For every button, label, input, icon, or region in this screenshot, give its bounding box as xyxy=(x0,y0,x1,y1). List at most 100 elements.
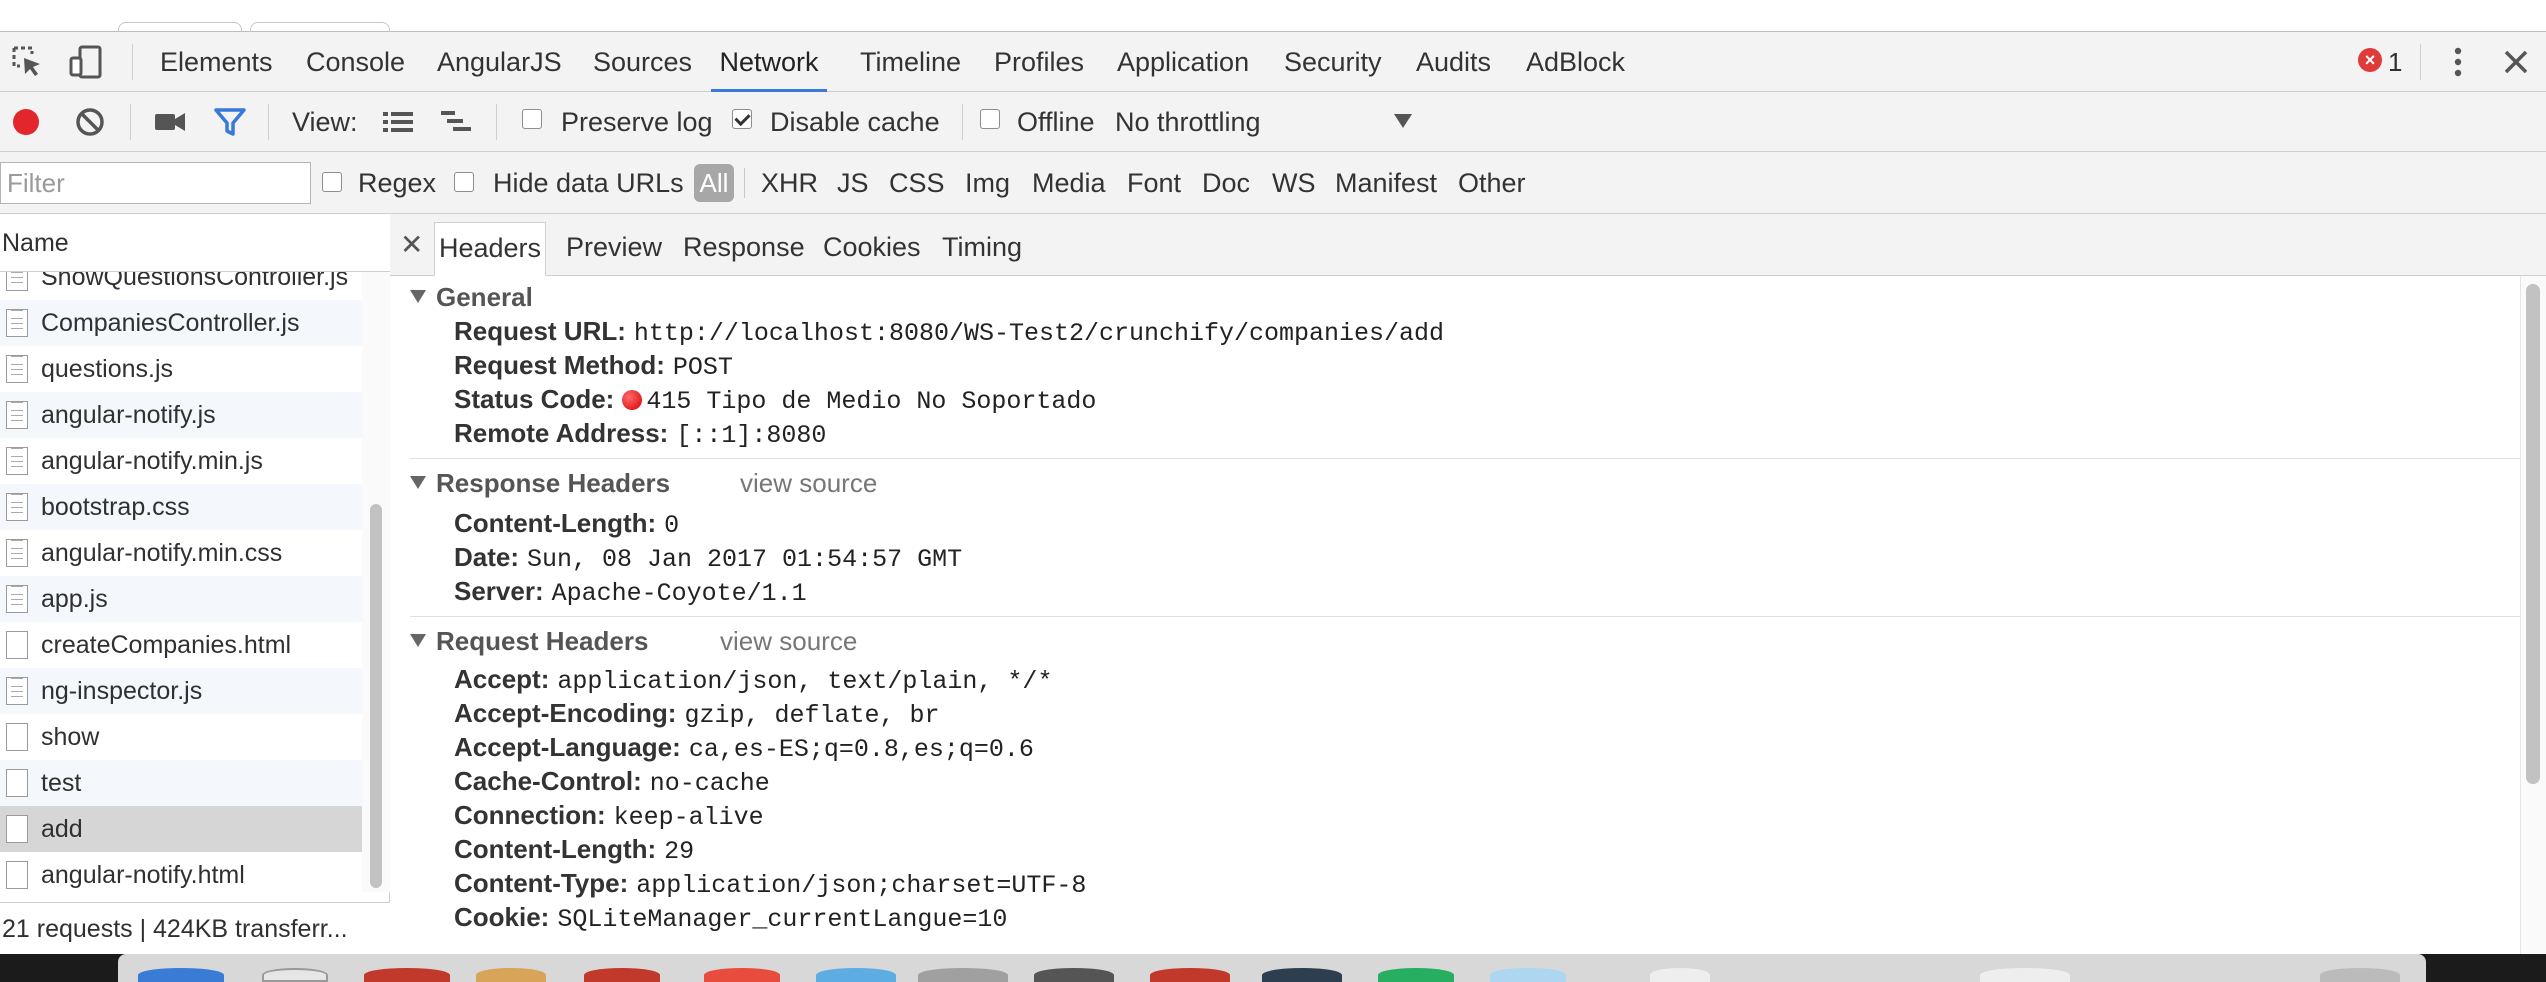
tab-response[interactable]: Response xyxy=(683,222,805,276)
filter-ws[interactable]: WS xyxy=(1272,152,1316,214)
filter-doc[interactable]: Doc xyxy=(1202,152,1250,214)
list-item[interactable]: questions.js xyxy=(0,346,362,392)
waterfall-view-icon[interactable] xyxy=(438,104,474,140)
divider xyxy=(410,458,2520,459)
disable-cache-checkbox[interactable] xyxy=(732,109,752,129)
file-icon xyxy=(6,677,28,705)
dock-app-icon[interactable] xyxy=(816,968,896,982)
list-item[interactable]: angular-notify.html xyxy=(0,852,362,892)
list-item[interactable]: CompaniesController.js xyxy=(0,300,362,346)
tab-preview[interactable]: Preview xyxy=(566,222,662,276)
device-icon[interactable] xyxy=(68,44,104,80)
list-item[interactable]: bootstrap.css xyxy=(0,484,362,530)
filter-all-button[interactable]: All xyxy=(694,164,734,202)
tab-cookies[interactable]: Cookies xyxy=(823,222,921,276)
list-item[interactable]: createCompanies.html xyxy=(0,622,362,668)
file-icon xyxy=(6,585,28,613)
hide-data-urls-label[interactable]: Hide data URLs xyxy=(493,152,684,214)
record-icon[interactable] xyxy=(8,104,44,140)
tab-sources[interactable]: Sources xyxy=(593,32,692,92)
header-row: Cache-Control: no-cache xyxy=(454,766,770,798)
dock-app-icon[interactable] xyxy=(364,968,450,982)
list-view-icon[interactable] xyxy=(380,104,416,140)
more-icon[interactable] xyxy=(2440,44,2476,80)
preserve-log-checkbox[interactable] xyxy=(522,109,542,129)
tab-angularjs[interactable]: AngularJS xyxy=(437,32,562,92)
dock-app-icon[interactable] xyxy=(1980,968,2070,982)
filter-other[interactable]: Other xyxy=(1458,152,1526,214)
dock-app-icon[interactable] xyxy=(476,968,546,982)
regex-label[interactable]: Regex xyxy=(358,152,436,214)
error-icon[interactable]: × xyxy=(2358,48,2382,72)
close-icon[interactable]: ✕ xyxy=(400,214,423,276)
list-item-selected[interactable]: add xyxy=(0,806,362,852)
offline-checkbox[interactable] xyxy=(980,109,1000,129)
dock-app-icon[interactable] xyxy=(584,968,660,982)
filter-input[interactable] xyxy=(0,162,311,204)
filter-js[interactable]: JS xyxy=(837,152,869,214)
camera-icon[interactable] xyxy=(152,104,188,140)
list-item[interactable]: show xyxy=(0,714,362,760)
name-column-header[interactable]: Name xyxy=(0,214,390,272)
list-item[interactable]: app.js xyxy=(0,576,362,622)
response-headers-section-toggle[interactable]: Response Headers xyxy=(410,468,670,499)
list-item[interactable]: angular-notify.min.css xyxy=(0,530,362,576)
offline-label[interactable]: Offline xyxy=(1017,92,1095,152)
request-list: ShowQuestionsController.js CompaniesCont… xyxy=(0,272,362,892)
tab-console[interactable]: Console xyxy=(306,32,405,92)
filter-xhr[interactable]: XHR xyxy=(761,152,818,214)
tab-timeline[interactable]: Timeline xyxy=(860,32,961,92)
error-count[interactable]: 1 xyxy=(2388,32,2402,92)
list-item[interactable]: angular-notify.min.js xyxy=(0,438,362,484)
tab-application[interactable]: Application xyxy=(1117,32,1249,92)
hide-data-urls-checkbox[interactable] xyxy=(454,172,474,192)
filter-css[interactable]: CSS xyxy=(889,152,945,214)
disable-cache-label[interactable]: Disable cache xyxy=(770,92,940,152)
dock-app-icon[interactable] xyxy=(1150,968,1230,982)
regex-checkbox[interactable] xyxy=(322,172,342,192)
filter-media[interactable]: Media xyxy=(1032,152,1106,214)
filter-bar: Regex Hide data URLs All XHR JS CSS Img … xyxy=(0,152,2546,214)
list-item[interactable]: ShowQuestionsController.js xyxy=(0,272,362,300)
dock-trash-icon[interactable] xyxy=(2320,968,2400,982)
view-source-link[interactable]: view source xyxy=(740,468,877,499)
list-item[interactable]: test xyxy=(0,760,362,806)
dock-app-icon[interactable] xyxy=(262,968,328,982)
view-source-link[interactable]: view source xyxy=(720,626,857,657)
clear-icon[interactable] xyxy=(72,104,108,140)
dock-app-icon[interactable] xyxy=(1034,968,1114,982)
filter-font[interactable]: Font xyxy=(1127,152,1181,214)
dock-app-icon[interactable] xyxy=(1650,968,1710,982)
scrollbar[interactable] xyxy=(2526,284,2540,784)
dock-app-icon[interactable] xyxy=(1378,968,1454,982)
request-headers-section-toggle[interactable]: Request Headers xyxy=(410,626,648,657)
tab-headers[interactable]: Headers xyxy=(434,222,546,276)
inspect-icon[interactable] xyxy=(10,44,46,80)
tab-network[interactable]: Network xyxy=(711,32,827,92)
request-details-panel: ✕ Headers Preview Response Cookies Timin… xyxy=(390,214,2546,954)
dock-app-icon[interactable] xyxy=(138,968,224,982)
filter-manifest[interactable]: Manifest xyxy=(1335,152,1437,214)
preserve-log-label[interactable]: Preserve log xyxy=(561,92,713,152)
dock-app-icon[interactable] xyxy=(1490,968,1566,982)
general-section-toggle[interactable]: General xyxy=(410,282,533,313)
filter-icon[interactable] xyxy=(212,104,248,140)
list-item[interactable]: ng-inspector.js xyxy=(0,668,362,714)
close-icon[interactable] xyxy=(2498,44,2534,80)
tab-profiles[interactable]: Profiles xyxy=(994,32,1084,92)
list-item[interactable]: angular-notify.js xyxy=(0,392,362,438)
dock-app-icon[interactable] xyxy=(704,968,780,982)
filter-img[interactable]: Img xyxy=(965,152,1010,214)
dock-app-icon[interactable] xyxy=(918,968,1008,982)
throttling-select[interactable]: No throttling xyxy=(1115,92,1261,152)
status-summary: 21 requests | 424KB transferr... xyxy=(0,902,390,954)
file-icon xyxy=(6,539,28,567)
tab-elements[interactable]: Elements xyxy=(160,32,273,92)
chevron-down-icon[interactable] xyxy=(1394,114,1412,128)
tab-timing[interactable]: Timing xyxy=(942,222,1022,276)
scrollbar[interactable] xyxy=(370,504,382,888)
tab-adblock[interactable]: AdBlock xyxy=(1526,32,1625,92)
dock-app-icon[interactable] xyxy=(1262,968,1342,982)
tab-audits[interactable]: Audits xyxy=(1416,32,1491,92)
tab-security[interactable]: Security xyxy=(1284,32,1382,92)
